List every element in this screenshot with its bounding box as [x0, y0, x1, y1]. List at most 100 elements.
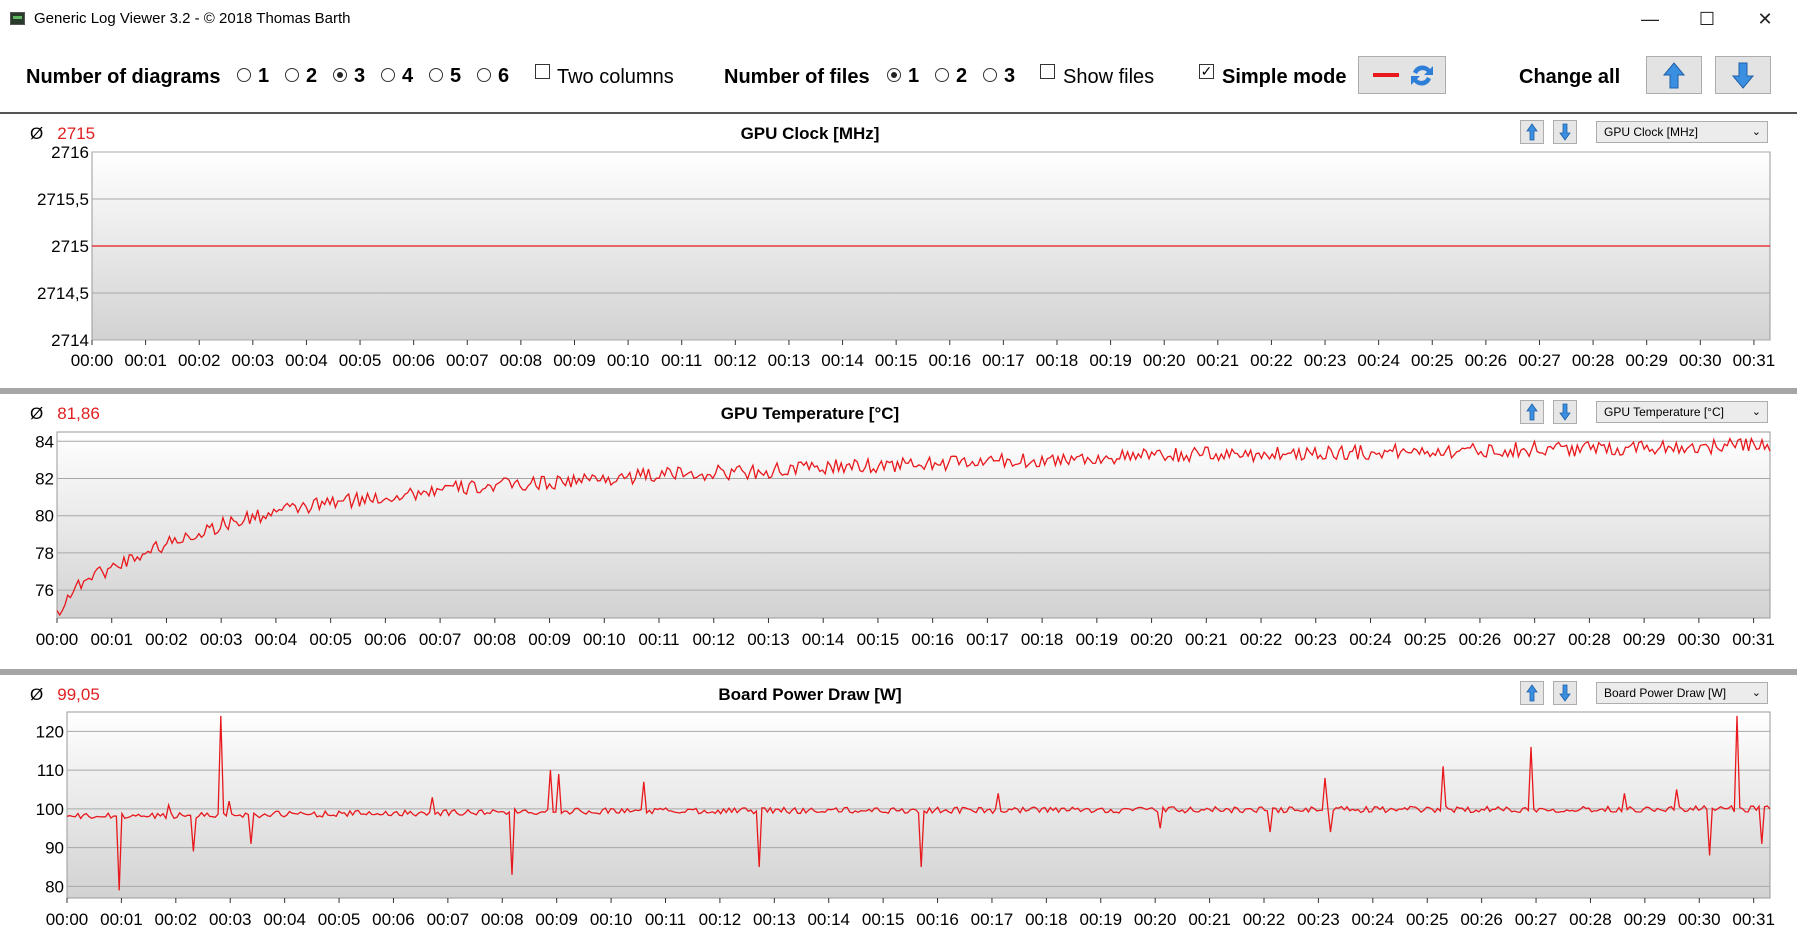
x-tick-label: 00:13	[768, 351, 811, 370]
x-tick-label: 00:08	[481, 910, 524, 929]
x-tick-label: 00:30	[1678, 630, 1721, 649]
x-tick-label: 00:10	[583, 630, 626, 649]
diagram-radio-4[interactable]	[381, 68, 395, 82]
diagram-radio-5-label: 5	[450, 65, 462, 87]
x-tick-label: 00:04	[255, 630, 298, 649]
x-tick-label: 00:02	[145, 630, 188, 649]
show-files-label: Show files	[1063, 66, 1155, 88]
x-tick-label: 00:22	[1240, 630, 1283, 649]
x-tick-label: 00:31	[1733, 351, 1776, 370]
file-radio-2-label: 2	[956, 65, 968, 87]
x-tick-label: 00:27	[1513, 630, 1556, 649]
diagram-radio-2-label: 2	[306, 65, 318, 87]
x-tick-label: 00:29	[1623, 630, 1666, 649]
number-of-files-label: Number of files	[724, 66, 870, 88]
file-radio-1[interactable]	[887, 68, 901, 82]
line-refresh-icon	[1373, 65, 1433, 86]
arrow-down-icon	[1731, 62, 1755, 89]
x-tick-label: 00:14	[821, 351, 864, 370]
x-tick-label: 00:06	[364, 630, 407, 649]
x-tick-label: 00:30	[1679, 351, 1722, 370]
two-columns-checkbox[interactable]	[535, 64, 550, 79]
x-tick-label: 00:17	[966, 630, 1009, 649]
x-tick-label: 00:21	[1185, 630, 1228, 649]
diagram-radio-5[interactable]	[429, 68, 443, 82]
y-tick-label: 76	[35, 581, 54, 600]
x-tick-label: 00:09	[528, 630, 571, 649]
minimize-button[interactable]: —	[1627, 6, 1673, 32]
close-button[interactable]: ✕	[1742, 6, 1788, 32]
x-tick-label: 00:16	[916, 910, 959, 929]
y-tick-label: 2714	[51, 331, 89, 350]
app-icon	[10, 12, 25, 25]
x-tick-label: 00:15	[857, 630, 900, 649]
line-color-refresh-button[interactable]	[1358, 56, 1446, 94]
y-tick-label: 100	[36, 800, 64, 819]
y-tick-label: 90	[45, 839, 64, 858]
x-tick-label: 00:29	[1624, 910, 1667, 929]
x-tick-label: 00:02	[155, 910, 198, 929]
x-tick-label: 00:23	[1294, 630, 1337, 649]
two-columns-label: Two columns	[557, 66, 674, 88]
x-tick-label: 00:27	[1515, 910, 1558, 929]
x-tick-label: 00:28	[1568, 630, 1611, 649]
x-tick-label: 00:20	[1134, 910, 1177, 929]
x-tick-label: 00:07	[427, 910, 470, 929]
diagram-radio-4-label: 4	[402, 65, 414, 87]
x-tick-label: 00:29	[1625, 351, 1668, 370]
x-tick-label: 00:06	[372, 910, 415, 929]
x-tick-label: 00:21	[1188, 910, 1231, 929]
panel-separator-1	[0, 388, 1797, 394]
x-tick-label: 00:28	[1572, 351, 1615, 370]
x-tick-label: 00:31	[1732, 630, 1775, 649]
x-tick-label: 00:24	[1352, 910, 1395, 929]
x-tick-label: 00:13	[747, 630, 790, 649]
x-tick-label: 00:20	[1143, 351, 1186, 370]
x-tick-label: 00:23	[1304, 351, 1347, 370]
simple-mode-checkbox[interactable]: ✓	[1199, 64, 1214, 79]
x-tick-label: 00:14	[807, 910, 850, 929]
x-tick-label: 00:00	[71, 351, 114, 370]
x-tick-label: 00:20	[1130, 630, 1173, 649]
x-tick-label: 00:16	[928, 351, 971, 370]
diagram-radio-6-label: 6	[498, 65, 510, 87]
change-all-up-button[interactable]	[1646, 56, 1702, 94]
title-bar: Generic Log Viewer 3.2 - © 2018 Thomas B…	[0, 0, 1797, 38]
x-tick-label: 00:22	[1250, 351, 1293, 370]
x-tick-label: 00:28	[1569, 910, 1612, 929]
x-tick-label: 00:12	[699, 910, 742, 929]
file-radio-3[interactable]	[983, 68, 997, 82]
x-tick-label: 00:11	[645, 910, 686, 929]
x-tick-label: 00:08	[474, 630, 517, 649]
x-tick-label: 00:11	[661, 351, 702, 370]
x-tick-label: 00:03	[232, 351, 275, 370]
diagram-radio-6[interactable]	[477, 68, 491, 82]
diagram-radio-1[interactable]	[237, 68, 251, 82]
y-tick-label: 2715,5	[37, 190, 89, 209]
x-tick-label: 00:01	[124, 351, 167, 370]
x-tick-label: 00:01	[100, 910, 143, 929]
change-all-down-button[interactable]	[1715, 56, 1771, 94]
diagram-radio-3[interactable]	[333, 68, 347, 82]
y-tick-label: 120	[36, 722, 64, 741]
x-tick-label: 00:12	[692, 630, 735, 649]
file-radio-2[interactable]	[935, 68, 949, 82]
change-all-label: Change all	[1519, 66, 1621, 88]
y-tick-label: 82	[35, 470, 54, 489]
x-tick-label: 00:00	[36, 630, 79, 649]
x-tick-label: 00:17	[982, 351, 1025, 370]
maximize-button[interactable]: ☐	[1684, 6, 1730, 32]
x-tick-label: 00:16	[911, 630, 954, 649]
x-tick-label: 00:12	[714, 351, 757, 370]
x-tick-label: 00:05	[339, 351, 382, 370]
diagram-panel-2: Ø 81,86 GPU Temperature [°C] GPU Temperatur…	[0, 394, 1797, 669]
x-tick-label: 00:25	[1406, 910, 1449, 929]
y-tick-label: 80	[35, 507, 54, 526]
x-tick-label: 00:03	[200, 630, 243, 649]
file-radio-1-label: 1	[908, 65, 920, 87]
x-tick-label: 00:15	[875, 351, 918, 370]
diagram-radio-2[interactable]	[285, 68, 299, 82]
x-tick-label: 00:30	[1678, 910, 1721, 929]
show-files-checkbox[interactable]	[1040, 64, 1055, 79]
x-tick-label: 00:03	[209, 910, 252, 929]
